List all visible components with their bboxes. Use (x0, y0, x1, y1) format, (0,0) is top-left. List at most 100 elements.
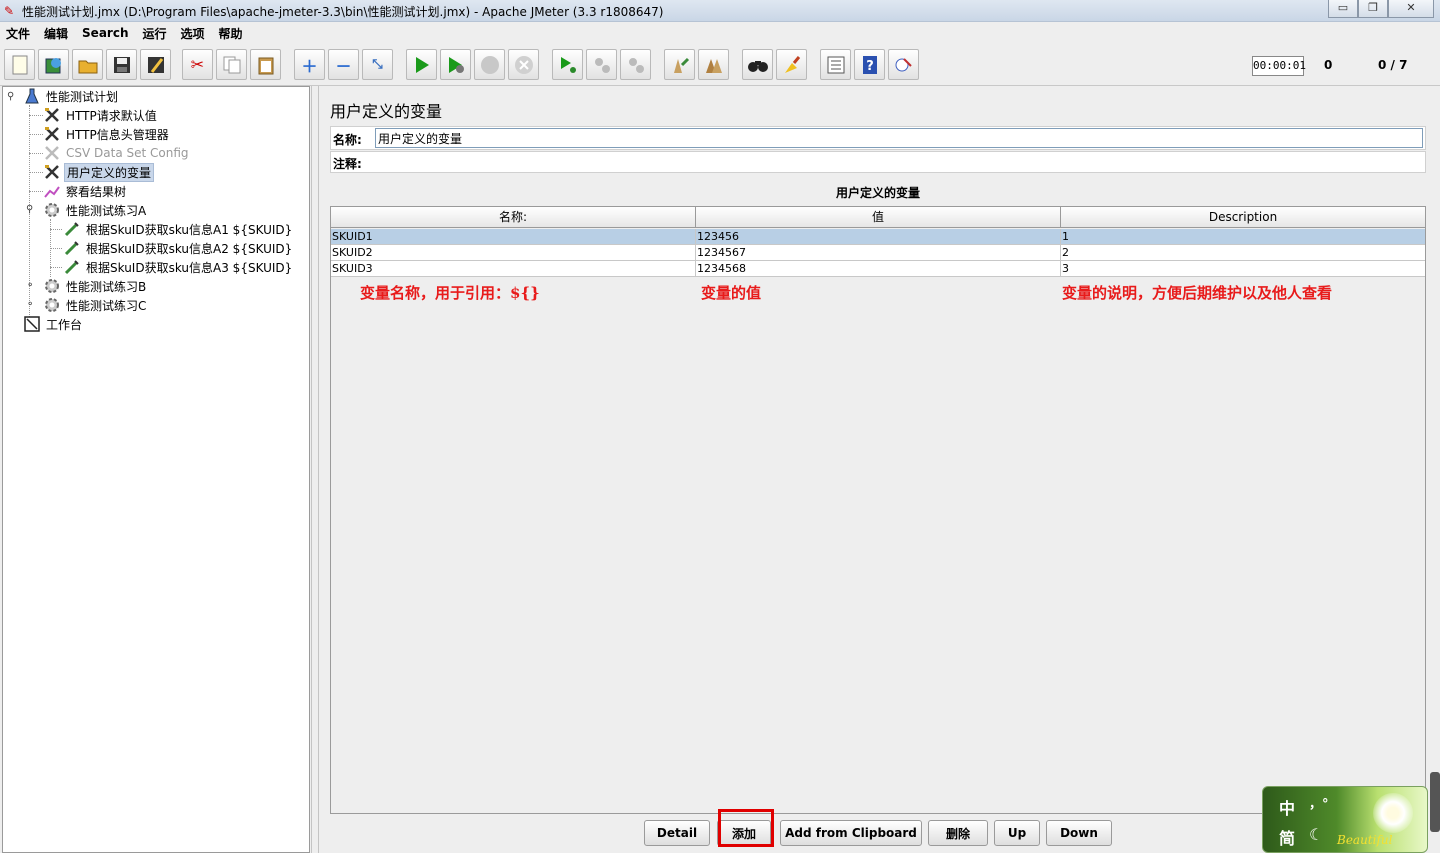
tree-item-http-defaults[interactable]: HTTP请求默认值 (43, 106, 159, 124)
config-tools-disabled-icon (43, 145, 61, 161)
tree-item-thread-group-c[interactable]: 性能测试练习C (43, 296, 148, 314)
menu-run[interactable]: 运行 (142, 25, 166, 42)
cell-name[interactable]: SKUID1 (331, 229, 696, 245)
logger-button[interactable] (888, 49, 919, 80)
reset-search-button[interactable] (776, 49, 807, 80)
tree-toggle-expanded[interactable]: ⚲ (7, 92, 17, 102)
column-header-name[interactable]: 名称: (331, 207, 696, 228)
save-button[interactable] (106, 49, 137, 80)
workbench-icon (23, 316, 41, 332)
tree-item-csv-config[interactable]: CSV Data Set Config (43, 144, 191, 162)
edge-scroll-handle[interactable] (1430, 772, 1440, 832)
expand-all-button[interactable]: ＋ (294, 49, 325, 80)
minimize-button[interactable]: ▭ (1328, 0, 1358, 18)
ime-chinese-mode[interactable]: 中 (1279, 795, 1295, 819)
maximize-button[interactable]: ❐ (1358, 0, 1388, 18)
tree-toggle-group-b[interactable]: ⚬ (26, 281, 36, 291)
error-count: 0 (1324, 58, 1333, 72)
comment-label: 注释: (333, 157, 362, 171)
tree-item-workbench[interactable]: 工作台 (23, 315, 84, 333)
name-input[interactable] (375, 128, 1423, 148)
help-button[interactable]: ? (854, 49, 885, 80)
new-button[interactable] (4, 49, 35, 80)
column-header-value[interactable]: 值 (696, 207, 1061, 228)
listener-chart-icon (43, 183, 61, 199)
toggle-button[interactable]: ⤡ (362, 49, 393, 80)
save-as-icon (146, 55, 166, 75)
collapse-all-button[interactable]: － (328, 49, 359, 80)
menu-search[interactable]: Search (82, 26, 128, 40)
panel-splitter[interactable] (311, 86, 319, 853)
cell-name[interactable]: SKUID3 (331, 261, 696, 277)
clipboard-icon (256, 55, 276, 75)
name-row: 名称: (330, 126, 1426, 150)
close-button[interactable]: ✕ (1388, 0, 1434, 18)
jmeter-feather-icon: ✎ (4, 4, 15, 18)
ime-punctuation-mode[interactable]: ，° (1309, 793, 1329, 812)
remote-shutdown-button[interactable] (620, 49, 651, 80)
menu-help[interactable]: 帮助 (219, 25, 243, 42)
down-button[interactable]: Down (1046, 820, 1112, 846)
shutdown-button[interactable] (508, 49, 539, 80)
ime-halfwidth-moon-icon[interactable]: ☾ (1309, 825, 1323, 844)
cell-description[interactable]: 1 (1061, 229, 1425, 245)
open-button[interactable] (72, 49, 103, 80)
ime-simplified-mode[interactable]: 简 (1279, 825, 1295, 849)
clear-all-button[interactable] (698, 49, 729, 80)
cell-description[interactable]: 3 (1061, 261, 1425, 277)
tree-toggle-group-c[interactable]: ⚬ (26, 300, 36, 310)
column-header-description[interactable]: Description (1061, 207, 1425, 228)
tree-item-test-plan[interactable]: 性能测试计划 (23, 87, 120, 105)
config-tools-icon (43, 164, 61, 180)
svg-text:?: ? (866, 59, 874, 74)
cell-value[interactable]: 123456 (696, 229, 1061, 245)
clear-button[interactable] (664, 49, 695, 80)
table-row[interactable]: SKUID2 1234567 2 (331, 245, 1425, 261)
delete-button[interactable]: 删除 (928, 820, 988, 846)
active-threads-count: 0 / 7 (1378, 58, 1408, 72)
cell-name[interactable]: SKUID2 (331, 245, 696, 261)
menu-edit[interactable]: 编辑 (44, 25, 68, 42)
tree-item-sampler-a2[interactable]: 根据SkuID获取sku信息A2 ${SKUID} (63, 239, 294, 257)
save-as-button[interactable] (140, 49, 171, 80)
remote-play-icon (558, 55, 578, 75)
start-no-pause-button[interactable] (440, 49, 471, 80)
stop-button[interactable] (474, 49, 505, 80)
sampler-pipette-icon (63, 259, 81, 275)
sampler-pipette-icon (63, 221, 81, 237)
test-plan-tree: ⚲ 性能测试计划 HTTP请求默认值 HTTP信息头管理器 CSV Data S… (2, 86, 310, 853)
tree-item-thread-group-a[interactable]: 性能测试练习A (43, 201, 148, 219)
add-from-clipboard-button[interactable]: Add from Clipboard (780, 820, 922, 846)
tree-toggle-group-a[interactable]: ⚲ (26, 205, 36, 215)
tree-item-user-variables[interactable]: 用户定义的变量 (43, 162, 155, 182)
tree-item-header-manager[interactable]: HTTP信息头管理器 (43, 125, 171, 143)
cell-value[interactable]: 1234567 (696, 245, 1061, 261)
tree-item-sampler-a1[interactable]: 根据SkuID获取sku信息A1 ${SKUID} (63, 220, 294, 238)
comment-input[interactable] (371, 153, 1423, 171)
cell-value[interactable]: 1234568 (696, 261, 1061, 277)
table-row[interactable]: SKUID1 123456 1 (331, 229, 1425, 245)
title-bar: ✎ 性能测试计划.jmx (D:\Program Files\apache-jm… (0, 0, 1440, 22)
cell-description[interactable]: 2 (1061, 245, 1425, 261)
remote-stop-button[interactable] (586, 49, 617, 80)
paste-button[interactable] (250, 49, 281, 80)
tree-item-thread-group-b[interactable]: 性能测试练习B (43, 277, 148, 295)
cut-button[interactable]: ✂ (182, 49, 213, 80)
function-helper-button[interactable] (820, 49, 851, 80)
remote-start-button[interactable] (552, 49, 583, 80)
ime-toolbar[interactable]: 中 ，° 简 ☾ Beautiful (1262, 786, 1428, 853)
config-tools-icon (43, 126, 61, 142)
table-row[interactable]: SKUID3 1234568 3 (331, 261, 1425, 277)
up-button[interactable]: Up (994, 820, 1040, 846)
copy-button[interactable] (216, 49, 247, 80)
start-button[interactable] (406, 49, 437, 80)
stop-icon (480, 55, 500, 75)
tree-item-result-tree[interactable]: 察看结果树 (43, 182, 128, 200)
detail-button[interactable]: Detail (644, 820, 710, 846)
toggle-icon: ⤡ (372, 57, 383, 72)
search-button[interactable] (742, 49, 773, 80)
tree-item-sampler-a3[interactable]: 根据SkuID获取sku信息A3 ${SKUID} (63, 258, 294, 276)
templates-button[interactable] (38, 49, 69, 80)
menu-options[interactable]: 选项 (181, 25, 205, 42)
menu-file[interactable]: 文件 (6, 25, 30, 42)
